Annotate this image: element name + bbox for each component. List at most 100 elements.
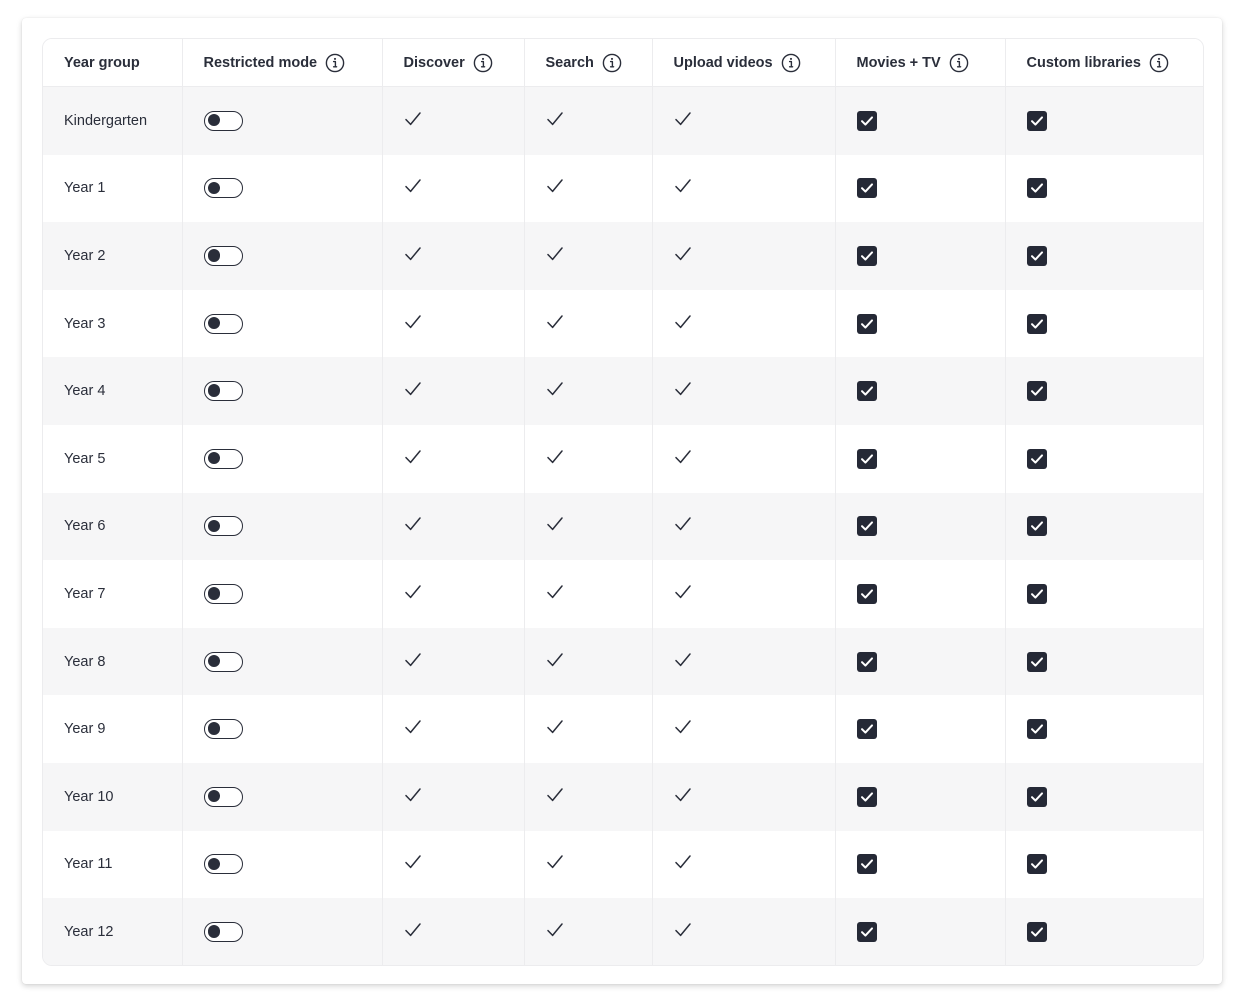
year-group-label: Year 11 bbox=[64, 856, 113, 873]
cell-search bbox=[524, 627, 653, 696]
restricted-mode-toggle[interactable] bbox=[203, 110, 243, 131]
permissions-card: Year group Restricted mode Discover Search U… bbox=[22, 18, 1222, 984]
movies-tv-checkbox[interactable] bbox=[856, 313, 877, 334]
custom-libraries-checkbox[interactable] bbox=[1026, 516, 1047, 537]
cell-custom-libraries bbox=[1005, 762, 1203, 831]
checkmark-icon bbox=[674, 652, 692, 672]
custom-libraries-checkbox[interactable] bbox=[1026, 381, 1047, 402]
movies-tv-checkbox[interactable] bbox=[856, 583, 877, 604]
column-header-label: Upload videos bbox=[673, 54, 773, 71]
cell-custom-libraries bbox=[1005, 627, 1203, 696]
checkbox-checked-icon bbox=[860, 723, 874, 735]
table-row: Kindergarten bbox=[43, 86, 1203, 155]
restricted-mode-toggle[interactable] bbox=[203, 583, 243, 604]
cell-upload-videos bbox=[652, 154, 836, 223]
toggle-knob bbox=[207, 654, 220, 668]
table-row: Year 9 bbox=[43, 695, 1203, 763]
cell-upload-videos bbox=[652, 289, 836, 358]
custom-libraries-checkbox[interactable] bbox=[1026, 854, 1047, 875]
restricted-mode-toggle[interactable] bbox=[203, 178, 243, 199]
movies-tv-checkbox[interactable] bbox=[856, 516, 877, 537]
restricted-mode-toggle[interactable] bbox=[203, 651, 243, 672]
movies-tv-checkbox[interactable] bbox=[856, 381, 877, 402]
cell-upload-videos bbox=[652, 627, 836, 696]
custom-libraries-checkbox[interactable] bbox=[1026, 921, 1047, 942]
custom-libraries-checkbox[interactable] bbox=[1026, 178, 1047, 199]
custom-libraries-checkbox[interactable] bbox=[1026, 651, 1047, 672]
cell-movies-tv bbox=[835, 86, 1006, 155]
checkbox-checked-icon bbox=[860, 250, 874, 262]
table-row: Year 8 bbox=[43, 627, 1203, 696]
column-header-content: Upload videos bbox=[674, 53, 801, 73]
restricted-mode-toggle[interactable] bbox=[203, 786, 243, 807]
column-header-label: Discover bbox=[403, 54, 465, 71]
cell-search bbox=[524, 289, 653, 358]
table-row: Year 12 bbox=[43, 898, 1203, 965]
year-group-label: Kindergarten bbox=[64, 112, 148, 129]
movies-tv-checkbox[interactable] bbox=[856, 110, 877, 131]
checkmark-icon bbox=[404, 922, 422, 942]
movies-tv-checkbox[interactable] bbox=[856, 921, 877, 942]
cell-search bbox=[524, 560, 653, 628]
checkbox-checked-icon bbox=[1030, 520, 1044, 532]
cell-discover bbox=[382, 898, 525, 965]
restricted-mode-toggle[interactable] bbox=[203, 854, 243, 875]
custom-libraries-checkbox[interactable] bbox=[1026, 448, 1047, 469]
restricted-mode-toggle[interactable] bbox=[203, 448, 243, 469]
restricted-mode-toggle[interactable] bbox=[203, 245, 243, 266]
cell-custom-libraries bbox=[1005, 560, 1203, 628]
info-icon[interactable] bbox=[473, 53, 493, 73]
year-group-label: Year 3 bbox=[64, 315, 106, 332]
cell-restricted-mode bbox=[182, 830, 383, 899]
movies-tv-checkbox[interactable] bbox=[856, 719, 877, 740]
checkbox-checked-icon bbox=[1030, 115, 1044, 127]
cell-movies-tv bbox=[835, 560, 1006, 628]
info-icon[interactable] bbox=[781, 53, 801, 73]
custom-libraries-checkbox[interactable] bbox=[1026, 786, 1047, 807]
cell-discover bbox=[382, 424, 525, 493]
movies-tv-checkbox[interactable] bbox=[856, 651, 877, 672]
checkbox-checked-icon bbox=[1030, 453, 1044, 465]
checkmark-icon bbox=[674, 314, 692, 334]
custom-libraries-checkbox[interactable] bbox=[1026, 719, 1047, 740]
restricted-mode-toggle[interactable] bbox=[203, 719, 243, 740]
info-icon[interactable] bbox=[325, 53, 345, 73]
cell-search bbox=[524, 222, 653, 290]
restricted-mode-toggle[interactable] bbox=[203, 921, 243, 942]
column-header-restricted-mode: Restricted mode bbox=[182, 39, 383, 87]
cell-restricted-mode bbox=[182, 289, 383, 358]
cell-movies-tv bbox=[835, 830, 1006, 899]
year-group-label: Year 5 bbox=[64, 450, 106, 467]
info-icon[interactable] bbox=[949, 53, 969, 73]
cell-movies-tv bbox=[835, 762, 1006, 831]
table-row: Year 6 bbox=[43, 492, 1203, 561]
checkbox-checked-icon bbox=[1030, 385, 1044, 397]
toggle-knob bbox=[207, 722, 220, 735]
restricted-mode-toggle[interactable] bbox=[203, 313, 243, 334]
custom-libraries-checkbox[interactable] bbox=[1026, 313, 1047, 334]
checkmark-icon bbox=[674, 246, 692, 266]
movies-tv-checkbox[interactable] bbox=[856, 178, 877, 199]
checkbox-checked-icon bbox=[1030, 182, 1044, 194]
restricted-mode-toggle[interactable] bbox=[203, 381, 243, 402]
cell-movies-tv bbox=[835, 492, 1006, 561]
year-group-label: Year 4 bbox=[64, 383, 106, 400]
custom-libraries-checkbox[interactable] bbox=[1026, 583, 1047, 604]
cell-year-group: Year 11 bbox=[43, 830, 183, 899]
restricted-mode-toggle[interactable] bbox=[203, 516, 243, 537]
cell-search bbox=[524, 357, 653, 425]
movies-tv-checkbox[interactable] bbox=[856, 854, 877, 875]
cell-restricted-mode bbox=[182, 695, 383, 763]
cell-restricted-mode bbox=[182, 492, 383, 561]
cell-search bbox=[524, 695, 653, 763]
info-icon[interactable] bbox=[602, 53, 622, 73]
info-icon[interactable] bbox=[1149, 53, 1169, 73]
custom-libraries-checkbox[interactable] bbox=[1026, 110, 1047, 131]
column-header-content: Custom libraries bbox=[1027, 53, 1169, 73]
movies-tv-checkbox[interactable] bbox=[856, 786, 877, 807]
movies-tv-checkbox[interactable] bbox=[856, 448, 877, 469]
column-header-label: Year group bbox=[64, 54, 140, 71]
movies-tv-checkbox[interactable] bbox=[856, 245, 877, 266]
custom-libraries-checkbox[interactable] bbox=[1026, 245, 1047, 266]
cell-custom-libraries bbox=[1005, 222, 1203, 290]
